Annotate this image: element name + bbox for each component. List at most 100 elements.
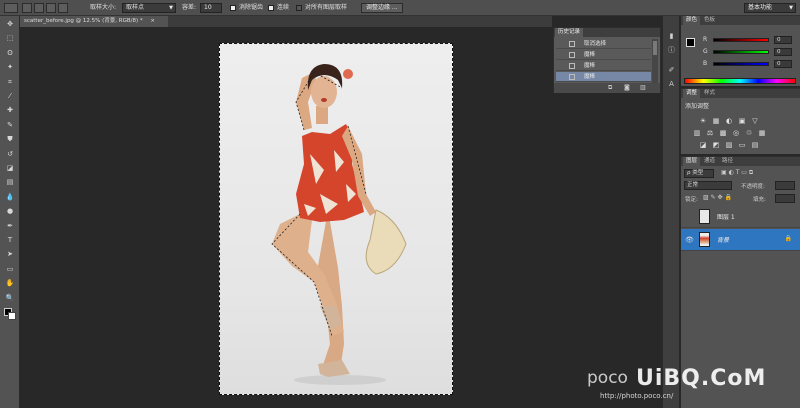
tolerance-input[interactable]: 10 [200, 3, 222, 13]
foreground-color-swatch[interactable] [686, 38, 695, 47]
history-item[interactable]: 魔棒 [556, 50, 651, 60]
pen-icon[interactable]: ✒ [4, 222, 16, 231]
workspace-select[interactable]: 基本功能 ▼ [744, 3, 796, 13]
color-balance-icon[interactable]: ⚖ [706, 129, 714, 137]
lock-icons[interactable]: ▨ ✎ ✥ 🔒 [703, 194, 732, 201]
refine-edge-button[interactable]: 调整边缘 ... [361, 3, 403, 13]
fill-label: 填充: [753, 197, 766, 203]
tab-layers[interactable]: 图层 [683, 157, 701, 166]
fill-input[interactable] [775, 194, 795, 203]
contiguous-checkbox[interactable] [268, 5, 274, 11]
layer-row[interactable]: 图层 1 [681, 206, 800, 228]
move-icon[interactable]: ✥ [4, 20, 16, 29]
new-selection-icon[interactable] [22, 3, 32, 13]
tab-adjustments[interactable]: 调整 [683, 89, 701, 98]
magic-wand-icon [569, 52, 575, 58]
visibility-eye-icon[interactable] [685, 213, 693, 221]
add-selection-icon[interactable] [34, 3, 44, 13]
brush-icon[interactable]: ✎ [4, 121, 16, 130]
layer-thumbnail [699, 209, 710, 224]
opacity-label: 不透明度: [741, 184, 765, 190]
color-spectrum[interactable] [684, 78, 796, 84]
history-item[interactable]: 取消选择 [556, 39, 651, 49]
pinup-figure-image [271, 64, 407, 385]
history-item[interactable]: 魔棒 [556, 72, 651, 82]
photo-filter-icon[interactable]: ◎ [732, 129, 740, 137]
eraser-icon[interactable]: ◪ [4, 164, 16, 173]
magic-wand-tool-preset-icon[interactable] [4, 3, 18, 13]
layer-filter-select[interactable]: ρ 类型 [684, 169, 714, 178]
invert-icon[interactable]: ◪ [699, 141, 707, 149]
color-channel-slider[interactable] [713, 50, 769, 54]
eyedropper-icon[interactable]: ⁄ [4, 92, 16, 101]
color-channel-value[interactable]: 0 [774, 36, 792, 44]
history-item[interactable]: 魔棒 [556, 61, 651, 71]
sample-all-checkbox[interactable] [296, 5, 302, 11]
hand-icon[interactable]: ✋ [4, 279, 16, 288]
histogram-icon[interactable]: ▮ [666, 32, 677, 41]
gradient-map-icon[interactable]: ▤ [751, 141, 759, 149]
intersect-selection-icon[interactable] [58, 3, 68, 13]
new-document-from-state-icon[interactable]: ⧉ [608, 84, 612, 92]
character-icon[interactable]: A [666, 80, 677, 89]
shape-icon[interactable]: ▭ [4, 265, 16, 274]
sample-size-select[interactable]: 取样点 ▼ [122, 3, 176, 13]
document-image[interactable] [219, 43, 453, 395]
document-tab[interactable]: scatter_before.jpg @ 12.5% (背景, RGB/8) *… [20, 16, 168, 27]
color-channel-slider[interactable] [713, 62, 769, 66]
color-channel-value[interactable]: 0 [774, 48, 792, 56]
selective-color-icon[interactable]: ▭ [738, 141, 746, 149]
color-channel-slider[interactable] [713, 38, 769, 42]
tab-channels[interactable]: 通道 [701, 157, 718, 166]
history-item-label: 魔棒 [584, 52, 596, 58]
exposure-icon[interactable]: ▣ [738, 117, 746, 125]
curves-icon[interactable]: ◐ [725, 117, 733, 125]
tab-paths[interactable]: 路径 [719, 157, 736, 166]
stamp-icon[interactable]: ⛊ [4, 135, 16, 144]
filter-type-icons[interactable]: ▣ ◐ T ▭ ⧉ [721, 169, 753, 177]
history-scroll-thumb[interactable] [653, 41, 657, 55]
vibrance-icon[interactable]: ▽ [751, 117, 759, 125]
gradient-icon[interactable]: ▤ [4, 178, 16, 187]
type-icon[interactable]: T [4, 236, 16, 245]
tab-history[interactable]: 历史记录 [555, 28, 584, 37]
tab-styles[interactable]: 样式 [701, 89, 718, 98]
black-white-icon[interactable]: ▩ [719, 129, 727, 137]
brightness-icon[interactable]: ☀ [699, 117, 707, 125]
history-scrollbar[interactable] [652, 39, 658, 83]
blend-mode-select[interactable]: 正常 [684, 181, 732, 190]
color-channel-value[interactable]: 0 [774, 60, 792, 68]
brush-preset-icon[interactable]: ✐ [666, 66, 677, 75]
antialias-checkbox[interactable] [230, 5, 236, 11]
visibility-eye-icon[interactable]: 👁 [685, 236, 694, 244]
blur-icon[interactable]: 💧 [4, 193, 16, 202]
crop-icon[interactable]: ⌗ [4, 78, 16, 87]
close-icon[interactable]: × [150, 18, 155, 24]
magic-wand-icon[interactable]: ✦ [4, 63, 16, 72]
lock-label: 锁定: [685, 197, 698, 203]
snapshot-icon[interactable]: ◙ [624, 84, 630, 91]
hue-saturation-icon[interactable]: ▥ [693, 129, 701, 137]
healing-icon[interactable]: ✚ [4, 106, 16, 115]
levels-icon[interactable]: ▦ [712, 117, 720, 125]
color-lookup-icon[interactable]: ▦ [758, 129, 766, 137]
zoom-icon[interactable]: 🔍 [4, 294, 16, 303]
channel-mixer-icon[interactable]: ♲ [745, 129, 753, 137]
layer-row[interactable]: 👁 背景 🔒 [681, 229, 800, 251]
path-select-icon[interactable]: ➤ [4, 250, 16, 259]
lasso-icon[interactable]: ʘ [4, 49, 16, 58]
posterize-icon[interactable]: ◩ [712, 141, 720, 149]
adjustments-panel: 调整 样式 添加调整 ☀ ▦ ◐ ▣ ▽ ▥ ⚖ ▩ ◎ ♲ ▦ ◪ ◩ ▨ ▭ ▤ [681, 88, 800, 154]
info-icon[interactable]: ⓘ [666, 46, 677, 55]
marquee-icon[interactable]: ⬚ [4, 34, 16, 43]
trash-icon[interactable]: ▥ [640, 84, 646, 91]
tab-swatches[interactable]: 色板 [701, 16, 718, 25]
opacity-input[interactable] [775, 181, 795, 190]
background-swatch[interactable] [8, 312, 16, 320]
subtract-selection-icon[interactable] [46, 3, 56, 13]
tab-color[interactable]: 颜色 [683, 16, 701, 25]
history-brush-icon[interactable]: ↺ [4, 150, 16, 159]
dodge-icon[interactable]: ● [4, 207, 16, 216]
blend-mode-value: 正常 [687, 182, 699, 188]
threshold-icon[interactable]: ▨ [725, 141, 733, 149]
